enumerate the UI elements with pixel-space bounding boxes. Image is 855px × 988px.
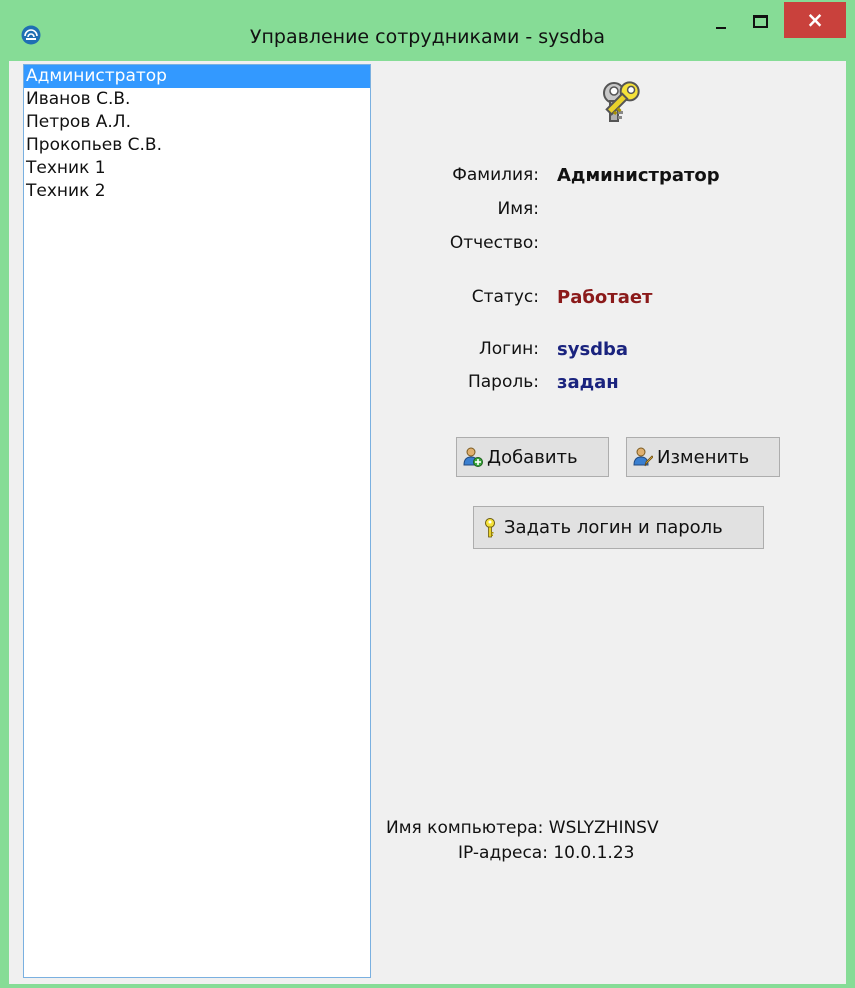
name-label: Имя: xyxy=(497,199,540,219)
status-value: Работает xyxy=(557,287,653,308)
ip-addresses: IP-адреса: 10.0.1.23 xyxy=(458,843,635,863)
set-login-password-label: Задать логин и пароль xyxy=(504,517,723,538)
main-window: Управление сотрудниками - sysdba × Админ… xyxy=(0,0,855,988)
login-row: Логин: xyxy=(389,339,539,367)
key-icon xyxy=(485,517,495,537)
close-button[interactable]: × xyxy=(784,2,846,38)
list-item[interactable]: Техник 2 xyxy=(24,180,370,203)
edit-button[interactable]: Изменить xyxy=(626,437,780,477)
list-item[interactable]: Прокопьев С.В. xyxy=(24,134,370,157)
employee-list[interactable]: Администратор Иванов С.В. Петров А.Л. Проко… xyxy=(23,64,371,978)
name-row: Имя: xyxy=(389,199,540,227)
status-label: Статус: xyxy=(471,287,539,307)
password-label: Пароль: xyxy=(467,372,539,392)
surname-label: Фамилия: xyxy=(452,165,539,185)
login-value: sysdba xyxy=(557,339,629,360)
password-value: задан xyxy=(557,372,619,393)
login-label: Логин: xyxy=(478,339,539,359)
list-item[interactable]: Техник 1 xyxy=(24,157,370,180)
password-row: Пароль: xyxy=(389,372,539,400)
surname-row: Фамилия: xyxy=(389,165,539,193)
surname-value: Администратор xyxy=(557,165,720,186)
patronymic-label: Отчество: xyxy=(449,233,539,253)
list-item[interactable]: Иванов С.В. xyxy=(24,88,370,111)
title-bar[interactable]: Управление сотрудниками - sysdba × xyxy=(0,0,855,62)
status-row: Статус: xyxy=(389,287,539,315)
add-button[interactable]: Добавить xyxy=(456,437,609,477)
client-area: Администратор Иванов С.В. Петров А.Л. Проко… xyxy=(9,61,846,984)
add-button-label: Добавить xyxy=(487,446,578,468)
list-item[interactable]: Администратор xyxy=(24,65,370,88)
patronymic-row: Отчество: xyxy=(389,233,539,261)
set-login-password-button[interactable]: Задать логин и пароль xyxy=(473,506,764,549)
edit-user-icon xyxy=(633,447,653,467)
add-user-icon xyxy=(463,447,483,467)
list-item[interactable]: Петров А.Л. xyxy=(24,111,370,134)
minimize-button[interactable] xyxy=(708,8,734,36)
computer-name: Имя компьютера: WSLYZHINSV xyxy=(386,818,659,838)
edit-button-label: Изменить xyxy=(657,446,750,468)
maximize-button[interactable] xyxy=(746,8,772,36)
keys-icon xyxy=(603,81,640,122)
